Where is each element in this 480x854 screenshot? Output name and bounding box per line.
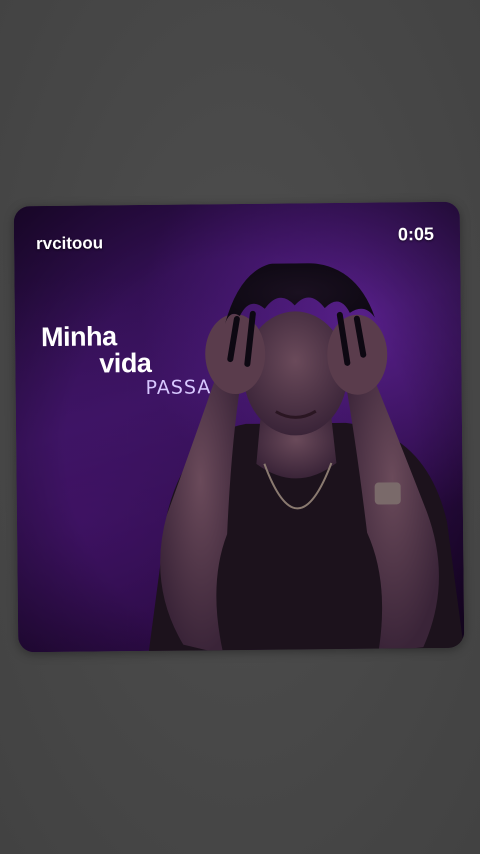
story-screen: rvcitoou 0:05 Minha vida PASSA [0,0,480,854]
username[interactable]: rvcitoou [36,233,103,254]
artist-photo [148,262,465,653]
lyric-line-3: PASSA [145,376,212,399]
elapsed-time: 0:05 [397,223,435,245]
lyric-overlay: Minha vida PASSA [40,321,212,399]
lyric-line-2: vida [99,347,152,379]
video-card[interactable]: rvcitoou 0:05 Minha vida PASSA [13,201,465,653]
lyric-line-1: Minha [40,321,117,353]
